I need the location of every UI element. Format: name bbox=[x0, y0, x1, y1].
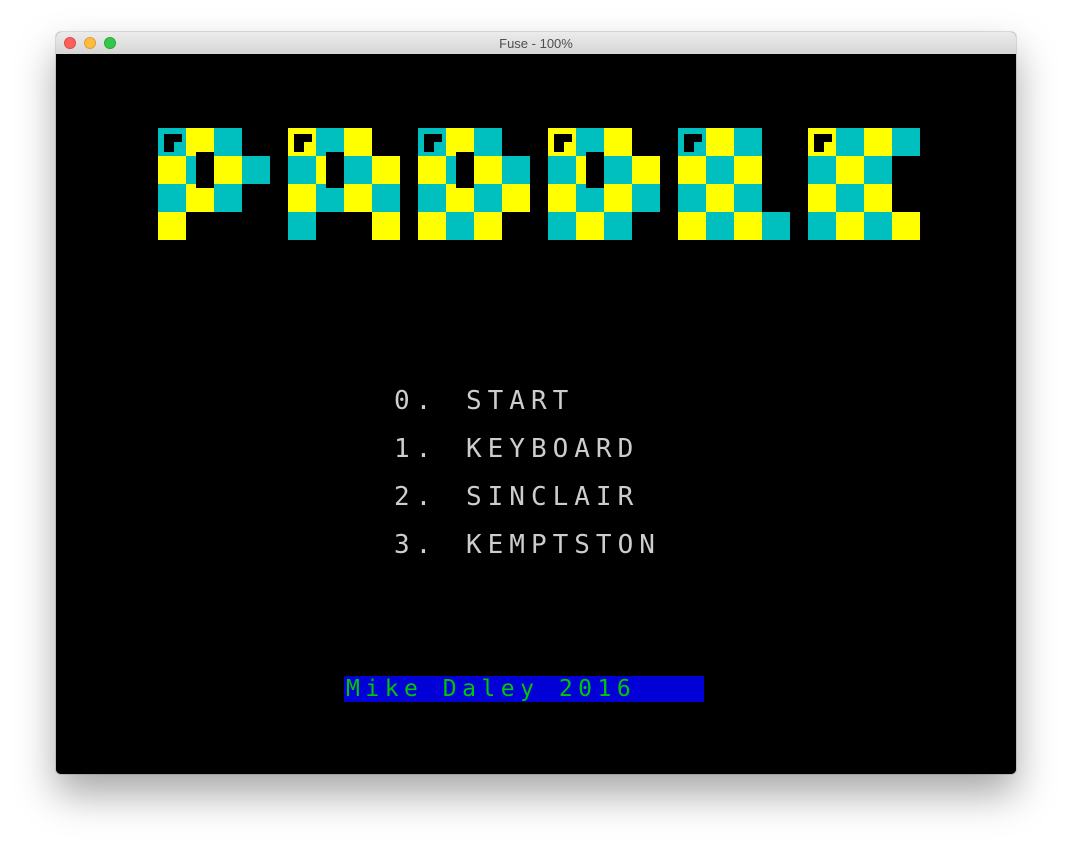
logo-block bbox=[344, 128, 372, 156]
logo-block bbox=[548, 156, 576, 184]
logo-notch bbox=[554, 134, 572, 142]
logo-block bbox=[864, 156, 892, 184]
logo-cutout bbox=[586, 152, 604, 188]
logo-block bbox=[576, 128, 604, 156]
logo-block bbox=[706, 156, 734, 184]
logo-block bbox=[836, 212, 864, 240]
menu-key: 2. bbox=[394, 482, 438, 512]
logo-block bbox=[214, 156, 242, 184]
logo-block bbox=[288, 156, 316, 184]
logo-block bbox=[604, 212, 632, 240]
logo-block bbox=[836, 184, 864, 212]
window-title: Fuse - 100% bbox=[499, 36, 573, 51]
menu-key: 0. bbox=[394, 386, 438, 416]
logo-block bbox=[734, 128, 762, 156]
logo-block bbox=[446, 128, 474, 156]
logo-block bbox=[734, 156, 762, 184]
logo-block bbox=[808, 212, 836, 240]
logo-block bbox=[214, 128, 242, 156]
logo-notch bbox=[814, 134, 832, 142]
menu-label: KEMPTSTON bbox=[466, 530, 661, 560]
logo-block bbox=[548, 212, 576, 240]
logo-block bbox=[372, 156, 400, 184]
credit-banner: Mike Daley 2016 bbox=[344, 676, 704, 702]
logo-notch bbox=[684, 134, 702, 142]
logo-notch bbox=[294, 134, 312, 142]
logo-block bbox=[548, 184, 576, 212]
logo-block bbox=[678, 156, 706, 184]
logo-block bbox=[762, 212, 790, 240]
logo-block bbox=[158, 212, 186, 240]
logo-block bbox=[632, 156, 660, 184]
emulator-window: Fuse - 100% 0. START 1. KEYBOARD 2. SINCLAI… bbox=[56, 32, 1016, 774]
logo-block bbox=[344, 184, 372, 212]
logo-block bbox=[288, 184, 316, 212]
logo-block bbox=[418, 184, 446, 212]
logo-cutout bbox=[326, 152, 344, 188]
logo-block bbox=[158, 156, 186, 184]
logo-block bbox=[892, 128, 920, 156]
logo-block bbox=[288, 212, 316, 240]
logo-block bbox=[604, 128, 632, 156]
menu-key: 3. bbox=[394, 530, 438, 560]
game-logo bbox=[158, 128, 920, 240]
logo-block bbox=[632, 184, 660, 212]
logo-block bbox=[706, 128, 734, 156]
logo-block bbox=[316, 184, 344, 212]
logo-block bbox=[214, 184, 242, 212]
menu-item-keyboard[interactable]: 1. KEYBOARD bbox=[394, 432, 661, 480]
logo-block bbox=[186, 128, 214, 156]
logo-block bbox=[474, 212, 502, 240]
logo-block bbox=[474, 184, 502, 212]
logo-block bbox=[186, 184, 214, 212]
menu-label: KEYBOARD bbox=[466, 434, 640, 464]
logo-block bbox=[372, 212, 400, 240]
logo-block bbox=[734, 184, 762, 212]
menu-key: 1. bbox=[394, 434, 438, 464]
menu-label: START bbox=[466, 386, 575, 416]
logo-block bbox=[864, 184, 892, 212]
main-menu: 0. START 1. KEYBOARD 2. SINCLAIR 3. KEMPTSTO… bbox=[394, 384, 661, 576]
menu-label: SINCLAIR bbox=[466, 482, 640, 512]
logo-block bbox=[734, 212, 762, 240]
logo-block bbox=[678, 184, 706, 212]
logo-block bbox=[446, 212, 474, 240]
logo-block bbox=[836, 128, 864, 156]
logo-block bbox=[864, 128, 892, 156]
logo-block bbox=[864, 212, 892, 240]
logo-block bbox=[576, 212, 604, 240]
menu-item-sinclair[interactable]: 2. SINCLAIR bbox=[394, 480, 661, 528]
logo-block bbox=[446, 184, 474, 212]
logo-block bbox=[316, 128, 344, 156]
logo-block bbox=[418, 156, 446, 184]
title-bar[interactable]: Fuse - 100% bbox=[56, 32, 1016, 55]
logo-block bbox=[836, 156, 864, 184]
logo-block bbox=[474, 128, 502, 156]
logo-block bbox=[604, 184, 632, 212]
logo-cutout bbox=[196, 152, 214, 188]
logo-block bbox=[502, 184, 530, 212]
logo-notch bbox=[164, 134, 182, 142]
logo-block bbox=[706, 184, 734, 212]
logo-block bbox=[372, 184, 400, 212]
logo-cutout bbox=[456, 152, 474, 188]
logo-block bbox=[344, 156, 372, 184]
logo-block bbox=[808, 156, 836, 184]
spectrum-screen[interactable]: 0. START 1. KEYBOARD 2. SINCLAIR 3. KEMPTSTO… bbox=[56, 54, 1016, 774]
logo-block bbox=[706, 212, 734, 240]
logo-block bbox=[418, 212, 446, 240]
logo-block bbox=[502, 156, 530, 184]
logo-notch bbox=[424, 134, 442, 142]
logo-block bbox=[678, 212, 706, 240]
logo-block bbox=[474, 156, 502, 184]
logo-block bbox=[158, 184, 186, 212]
logo-block bbox=[576, 184, 604, 212]
logo-block bbox=[242, 156, 270, 184]
logo-block bbox=[808, 184, 836, 212]
logo-block bbox=[892, 212, 920, 240]
menu-item-start[interactable]: 0. START bbox=[394, 384, 661, 432]
menu-item-kempston[interactable]: 3. KEMPTSTON bbox=[394, 528, 661, 576]
logo-block bbox=[604, 156, 632, 184]
